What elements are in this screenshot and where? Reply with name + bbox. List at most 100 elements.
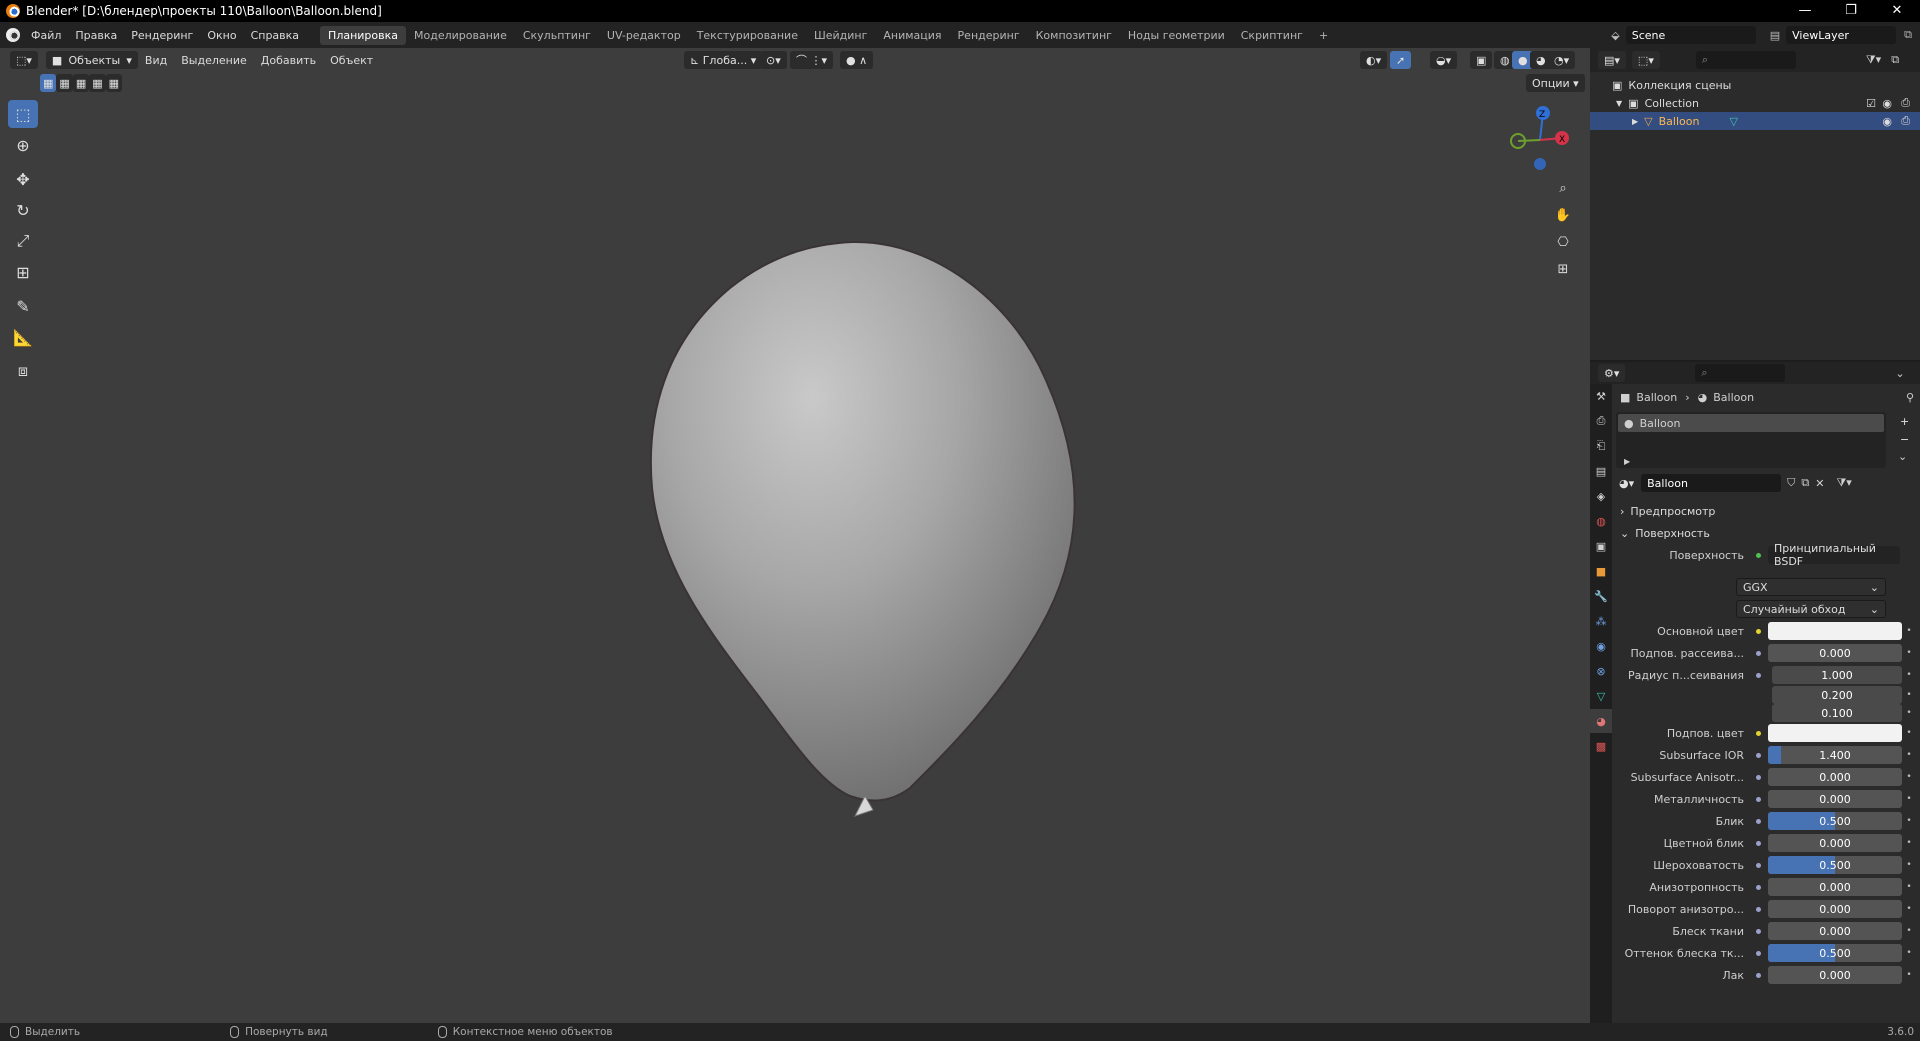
view-layer-tab-icon[interactable]: ▤ (1590, 459, 1612, 483)
slot-specials-icon[interactable]: ⌄ (1898, 450, 1907, 463)
menu-render[interactable]: Рендеринг (124, 29, 200, 42)
pivot-dropdown[interactable]: ⊙▾ (760, 51, 787, 69)
add-slot-button[interactable]: + (1894, 412, 1916, 430)
annotate-tool-icon[interactable]: ✎ (8, 292, 38, 320)
browse-material-button[interactable]: ◕▾ (1616, 474, 1638, 492)
pan-hand-icon[interactable]: ✋ (1551, 203, 1575, 227)
collection-tab-icon[interactable]: ▣ (1590, 534, 1612, 558)
rotate-tool-icon[interactable]: ↻ (8, 196, 38, 224)
keyframe-dot-icon[interactable]: • (1902, 690, 1916, 700)
value-slider[interactable]: 0.500 (1768, 944, 1902, 962)
value-slider[interactable]: 0.000 (1768, 878, 1902, 896)
restore-button[interactable]: ❐ (1828, 0, 1874, 22)
data-tab-icon[interactable]: ▽ (1590, 684, 1612, 708)
material-slot-item[interactable]: ● Balloon (1618, 414, 1884, 432)
socket-dot-icon[interactable] (1752, 727, 1764, 739)
color-swatch[interactable] (1768, 622, 1902, 640)
tool-tab-icon[interactable]: ⚒ (1590, 384, 1612, 408)
socket-dot-icon[interactable] (1752, 793, 1764, 805)
snap-toggle[interactable]: ⌒ ⋮▾ (790, 51, 834, 69)
close-button[interactable]: ✕ (1874, 0, 1920, 22)
socket-dot-icon[interactable] (1752, 689, 1764, 701)
select-box-tool-icon[interactable]: ⬚ (8, 100, 38, 128)
properties-options-icon[interactable]: ⌄ (1895, 367, 1904, 380)
material-tab-icon[interactable]: ◕ (1590, 709, 1612, 733)
tab-rendering[interactable]: Рендеринг (950, 26, 1028, 45)
keyframe-dot-icon[interactable]: • (1902, 772, 1916, 782)
keyframe-dot-icon[interactable]: • (1902, 794, 1916, 804)
vector-field[interactable]: 0.100 (1772, 704, 1902, 722)
add-cube-tool-icon[interactable]: ⧈ (8, 357, 38, 385)
menu-file[interactable]: Файл (24, 29, 68, 42)
add-workspace-button[interactable]: + (1311, 26, 1336, 45)
socket-dot-icon[interactable] (1752, 837, 1764, 849)
texture-tab-icon[interactable]: ▩ (1590, 734, 1612, 758)
value-slider[interactable]: 0.000 (1768, 966, 1902, 984)
expand-arrow-icon[interactable]: ▼ (1616, 99, 1622, 108)
keyframe-dot-icon[interactable]: • (1902, 838, 1916, 848)
render-camera-icon[interactable]: ⎙ (1901, 96, 1910, 110)
value-slider[interactable]: 0.000 (1768, 790, 1902, 808)
editor-type-button[interactable]: ⬚▾ (10, 51, 38, 69)
keyframe-dot-icon[interactable]: • (1902, 626, 1916, 636)
world-tab-icon[interactable]: ◍ (1590, 509, 1612, 533)
tab-uv-editing[interactable]: UV-редактор (599, 26, 689, 45)
outliner-search-field[interactable]: ⌕ (1695, 51, 1796, 69)
select-mode-invert-icon[interactable]: ▦ (89, 74, 106, 92)
preview-section-header[interactable]: › Предпросмотр (1616, 500, 1920, 522)
unlink-material-icon[interactable]: ✕ (1815, 477, 1824, 490)
display-mode-button[interactable]: ⬚▾ (1631, 51, 1660, 69)
constraints-tab-icon[interactable]: ⊗ (1590, 659, 1612, 683)
keyframe-dot-icon[interactable]: • (1902, 816, 1916, 826)
menu-select[interactable]: Выделение (174, 54, 254, 67)
keyframe-dot-icon[interactable]: • (1902, 708, 1916, 718)
vector-field[interactable]: 0.200 (1772, 686, 1902, 704)
object-tab-icon[interactable]: ■ (1590, 559, 1612, 583)
select-mode-intersect-icon[interactable]: ▦ (105, 74, 123, 92)
scene-field[interactable]: Scene (1625, 26, 1756, 44)
menu-edit[interactable]: Правка (68, 29, 124, 42)
keyframe-dot-icon[interactable]: • (1902, 728, 1916, 738)
value-slider[interactable]: 0.500 (1768, 812, 1902, 830)
subsurface-method-dropdown[interactable]: Случайный обход ⌄ (1736, 600, 1886, 618)
keyframe-dot-icon[interactable]: • (1902, 882, 1916, 892)
value-slider[interactable]: 0.000 (1768, 768, 1902, 786)
tree-item-collection[interactable]: ▼ ▣ Collection ☑ ◉ ⎙ (1590, 94, 1920, 112)
balloon-mesh[interactable] (590, 228, 1130, 828)
filter-icon[interactable]: ⧩▾ (1866, 53, 1881, 67)
value-slider[interactable]: 1.400 (1768, 746, 1902, 764)
measure-tool-icon[interactable]: 📐 (8, 323, 38, 351)
options-dropdown[interactable]: Опции ▾ (1526, 74, 1585, 92)
tab-geometry-nodes[interactable]: Ноды геометрии (1120, 26, 1233, 45)
socket-dot-icon[interactable] (1752, 969, 1764, 981)
tab-texture-paint[interactable]: Текстурирование (689, 26, 806, 45)
mesh-data-icon[interactable]: ▽ (1729, 115, 1737, 128)
ortho-grid-icon[interactable]: ⊞ (1551, 257, 1575, 281)
minimize-button[interactable]: — (1782, 0, 1828, 22)
overlay-toggle[interactable]: ◒▾ (1430, 51, 1458, 69)
socket-dot-icon[interactable] (1752, 771, 1764, 783)
pin-icon[interactable]: ⚲ (1906, 391, 1914, 404)
fake-user-shield-icon[interactable]: ⛉ (1787, 476, 1795, 490)
tab-modeling[interactable]: Моделирование (406, 26, 515, 45)
link-dropdown-icon[interactable]: ⧩▾ (1836, 476, 1851, 490)
navigation-gizmo[interactable]: Z X (1505, 100, 1575, 170)
keyframe-dot-icon[interactable]: • (1902, 970, 1916, 980)
value-slider[interactable]: 0.000 (1768, 834, 1902, 852)
color-swatch[interactable] (1768, 724, 1902, 742)
menu-view[interactable]: Вид (138, 54, 174, 67)
visibility-dropdown[interactable]: ◐▾ (1360, 51, 1388, 69)
tab-layout[interactable]: Планировка (320, 25, 407, 45)
value-slider[interactable]: 0.000 (1768, 644, 1902, 662)
menu-add[interactable]: Добавить (254, 54, 323, 67)
select-mode-extend-icon[interactable]: ▦ (56, 74, 73, 92)
distribution-dropdown[interactable]: GGX ⌄ (1736, 578, 1886, 596)
keyframe-dot-icon[interactable]: • (1902, 750, 1916, 760)
socket-dot-icon[interactable] (1752, 859, 1764, 871)
gizmo-toggle[interactable]: ➚ (1390, 51, 1412, 69)
modifier-tab-icon[interactable]: 🔧 (1590, 584, 1612, 608)
orientation-dropdown[interactable]: ⊾ Глоба... ▾ (684, 51, 763, 69)
keyframe-dot-icon[interactable]: • (1902, 948, 1916, 958)
expand-arrow-icon[interactable]: ▶ (1624, 457, 1630, 466)
move-tool-icon[interactable]: ✥ (8, 165, 38, 193)
